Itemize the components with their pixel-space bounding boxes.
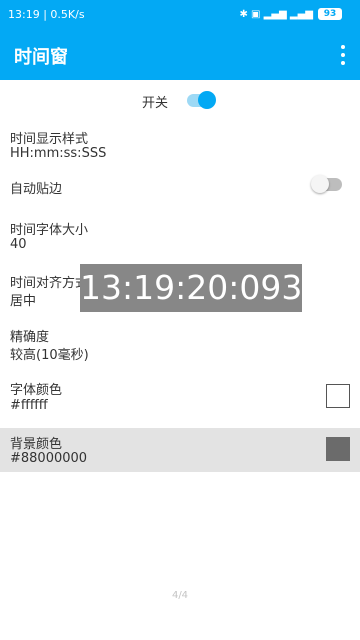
main-switch-row[interactable]: 开关	[0, 80, 360, 120]
bg-color-swatch[interactable]	[326, 437, 350, 461]
font-color-swatch[interactable]	[326, 384, 350, 408]
status-indicators: ✱ ▣ ▂▄▆ ▂▄▆	[239, 8, 313, 20]
more-vert-icon[interactable]	[340, 45, 346, 65]
status-bar: 13:19 | 0.5K/s ✱ ▣ ▂▄▆ ▂▄▆ 93	[0, 0, 360, 30]
page-indicator: 4/4	[171, 590, 189, 601]
setting-font-size[interactable]: 时间字体大小 40	[0, 210, 360, 265]
setting-title: 时间对齐方式	[10, 276, 89, 291]
setting-title: 背景颜色	[10, 437, 63, 452]
setting-title: 精确度	[10, 330, 50, 345]
setting-precision[interactable]: 精确度 较高(10毫秒)	[0, 320, 360, 370]
setting-auto-edge[interactable]: 自动贴边	[0, 170, 360, 210]
app-bar: 时间窗	[0, 30, 360, 80]
setting-value: 40	[10, 237, 27, 252]
setting-time-format[interactable]: 时间显示样式 HH:mm:ss:SSS	[0, 120, 360, 170]
setting-value: #88000000	[10, 451, 88, 466]
setting-title: 字体颜色	[10, 383, 63, 398]
status-icons: ✱ ▣ ▂▄▆ ▂▄▆ 93	[239, 8, 342, 20]
floating-clock[interactable]: 13:19:20:093	[80, 264, 302, 312]
setting-value: 居中	[10, 294, 37, 309]
setting-value: 较高(10毫秒)	[10, 348, 89, 363]
setting-title: 时间字体大小	[10, 223, 89, 238]
setting-font-color[interactable]: 字体颜色 #ffffff	[0, 372, 360, 426]
setting-bg-color[interactable]: 背景颜色 #88000000	[0, 428, 360, 472]
setting-value: #ffffff	[10, 398, 48, 413]
battery-icon: 93	[318, 8, 342, 20]
setting-value: HH:mm:ss:SSS	[10, 146, 107, 161]
setting-title: 自动贴边	[10, 182, 63, 197]
main-switch-label: 开关	[142, 96, 169, 111]
page-title: 时间窗	[14, 47, 68, 68]
setting-title: 时间显示样式	[10, 132, 89, 147]
status-time-speed: 13:19 | 0.5K/s	[8, 8, 85, 21]
